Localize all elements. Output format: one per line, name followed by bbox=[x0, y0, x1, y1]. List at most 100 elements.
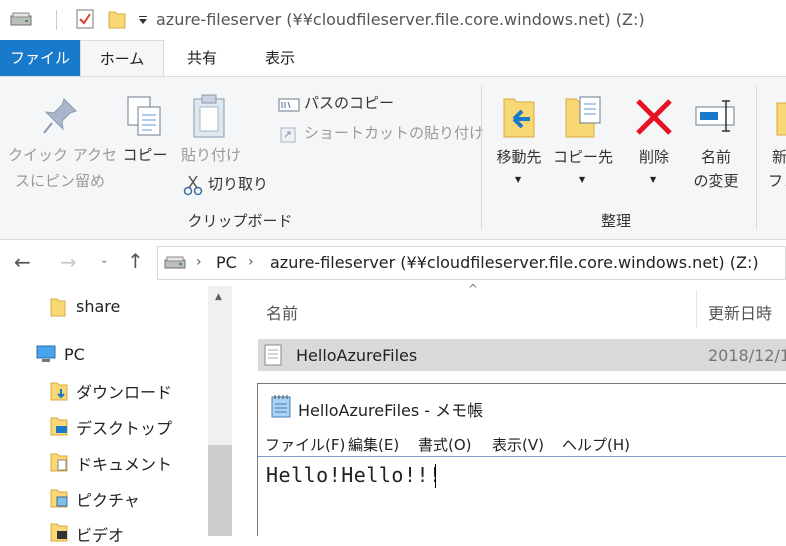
nav-item-downloads[interactable]: ダウンロード bbox=[76, 379, 172, 403]
paste-label: 貼り付け bbox=[180, 146, 241, 164]
address-box[interactable]: › PC › azure-fileserver (¥¥cloudfileserv… bbox=[157, 246, 786, 280]
recent-locations-icon[interactable]: ⌄ bbox=[100, 255, 108, 266]
new-folder-label-line2: フォ bbox=[768, 172, 786, 190]
group-separator bbox=[756, 85, 757, 230]
move-to-button[interactable]: 移動先 ▼ bbox=[488, 91, 550, 191]
cut-label: 切り取り bbox=[208, 175, 269, 193]
documents-folder-icon bbox=[50, 453, 68, 472]
clipboard-group-label: クリップボード bbox=[187, 212, 293, 230]
menu-file[interactable]: ファイル(F) bbox=[265, 434, 345, 455]
delete-label: 削除 bbox=[638, 148, 669, 166]
videos-folder-icon bbox=[50, 523, 68, 542]
file-modified: 2018/12/1 bbox=[708, 346, 786, 365]
breadcrumb-chevron-icon[interactable]: › bbox=[196, 254, 202, 270]
copy-to-label: コピー先 bbox=[552, 148, 613, 166]
paste-icon bbox=[193, 94, 225, 138]
pin-quick-access-button[interactable]: クイック アクセ スにピン留め bbox=[8, 91, 118, 197]
properties-icon[interactable] bbox=[76, 9, 94, 29]
delete-x-icon bbox=[636, 99, 672, 135]
copy-label: コピー bbox=[122, 146, 168, 164]
back-arrow-icon[interactable]: ← bbox=[14, 250, 31, 274]
copy-button[interactable]: コピー bbox=[118, 91, 172, 171]
group-separator bbox=[481, 85, 482, 230]
notepad-menu-bar: ファイル(F) 編集(E) 書式(O) 表示(V) ヘルプ(H) bbox=[258, 434, 786, 456]
new-folder-icon bbox=[776, 102, 786, 136]
paste-button[interactable]: 貼り付け bbox=[176, 91, 246, 171]
column-header-modified[interactable]: 更新日時 bbox=[708, 300, 772, 324]
nav-item-share[interactable]: share bbox=[76, 297, 120, 316]
chevron-down-icon: ▼ bbox=[515, 175, 522, 184]
tab-file[interactable]: ファイル bbox=[0, 40, 80, 76]
menu-view[interactable]: 表示(V) bbox=[492, 434, 544, 455]
tab-view[interactable]: 表示 bbox=[252, 40, 308, 76]
organize-group-label: 整理 bbox=[600, 212, 631, 230]
rename-label-line2: の変更 bbox=[693, 172, 739, 190]
pin-icon bbox=[43, 98, 77, 134]
text-cursor bbox=[435, 464, 436, 488]
notepad-icon bbox=[271, 395, 291, 418]
window-title: azure-fileserver (¥¥cloudfileserver.file… bbox=[156, 10, 645, 29]
cut-button[interactable]: 切り取り bbox=[178, 172, 278, 198]
editor-text: Hello!Hello!!! bbox=[266, 463, 442, 487]
nav-item-pictures[interactable]: ピクチャ bbox=[76, 487, 140, 511]
copy-path-label: パスのコピー bbox=[304, 94, 395, 112]
sort-ascending-icon: ^ bbox=[468, 282, 479, 296]
copy-path-button[interactable]: パスのコピー bbox=[276, 91, 416, 117]
move-to-icon bbox=[503, 98, 535, 138]
chevron-down-icon: ▼ bbox=[579, 175, 586, 184]
ribbon: クイック アクセ スにピン留め コピー 貼り付け パスのコピー ショートカットの… bbox=[0, 76, 786, 240]
text-file-icon bbox=[264, 344, 282, 366]
menu-format[interactable]: 書式(O) bbox=[418, 434, 472, 455]
copy-to-button[interactable]: コピー先 ▼ bbox=[552, 91, 614, 191]
rename-label-line1: 名前 bbox=[700, 148, 731, 166]
customize-toolbar-icon[interactable] bbox=[138, 14, 148, 26]
breadcrumb-chevron-icon[interactable]: › bbox=[248, 254, 254, 270]
notepad-editor[interactable]: Hello!Hello!!! bbox=[258, 456, 786, 536]
navigation-pane: share PC ダウンロード デスクトップ ドキュメント ピクチャ ビデオ bbox=[0, 286, 232, 545]
pictures-folder-icon bbox=[50, 489, 68, 508]
menu-help[interactable]: ヘルプ(H) bbox=[562, 434, 630, 455]
file-name: HelloAzureFiles bbox=[296, 346, 418, 365]
tab-share[interactable]: 共有 bbox=[176, 40, 228, 76]
breadcrumb-pc[interactable]: PC bbox=[216, 253, 237, 272]
pin-label-line1: クイック アクセ bbox=[8, 146, 118, 164]
scissors-icon bbox=[183, 175, 203, 196]
move-to-label: 移動先 bbox=[496, 148, 542, 166]
paste-shortcut-button[interactable]: ショートカットの貼り付け bbox=[276, 121, 484, 147]
nav-scrollbar-thumb[interactable] bbox=[208, 445, 232, 536]
downloads-folder-icon bbox=[50, 382, 68, 401]
up-arrow-icon[interactable]: ↑ bbox=[127, 249, 144, 273]
ribbon-tabs: ファイル ホーム 共有 表示 bbox=[0, 40, 786, 77]
paste-shortcut-label: ショートカットの貼り付け bbox=[304, 124, 485, 142]
copy-icon bbox=[127, 96, 161, 136]
drive-icon bbox=[164, 256, 186, 269]
scroll-up-icon[interactable]: ▲ bbox=[215, 292, 222, 302]
nav-item-pc[interactable]: PC bbox=[64, 345, 85, 364]
forward-arrow-icon[interactable]: → bbox=[60, 250, 77, 274]
file-row[interactable]: HelloAzureFiles 2018/12/1 bbox=[258, 339, 786, 371]
new-folder-label-line1: 新 bbox=[772, 148, 786, 166]
notepad-title: HelloAzureFiles - メモ帳 bbox=[298, 401, 484, 420]
delete-button[interactable]: 削除 ▼ bbox=[626, 91, 682, 191]
copy-path-icon bbox=[278, 98, 300, 112]
divider bbox=[56, 10, 57, 30]
nav-item-documents[interactable]: ドキュメント bbox=[76, 451, 172, 475]
new-folder-quick-icon[interactable] bbox=[108, 9, 126, 29]
pin-label-line2: スにピン留め bbox=[14, 172, 105, 190]
breadcrumb-location[interactable]: azure-fileserver (¥¥cloudfileserver.file… bbox=[270, 253, 759, 272]
pc-icon bbox=[36, 345, 56, 362]
rename-button[interactable]: 名前 の変更 bbox=[686, 91, 746, 191]
nav-item-videos[interactable]: ビデオ bbox=[76, 522, 124, 546]
title-bar: azure-fileserver (¥¥cloudfileserver.file… bbox=[0, 0, 786, 40]
tab-home[interactable]: ホーム bbox=[80, 40, 164, 77]
rename-icon bbox=[695, 100, 735, 132]
new-folder-button[interactable]: 新 フォ bbox=[762, 91, 786, 191]
drive-icon bbox=[10, 12, 32, 26]
menu-edit[interactable]: 編集(E) bbox=[348, 434, 399, 455]
nav-item-desktop[interactable]: デスクトップ bbox=[76, 415, 172, 439]
paste-shortcut-icon bbox=[280, 127, 296, 143]
folder-icon bbox=[50, 298, 66, 317]
desktop-folder-icon bbox=[50, 417, 68, 436]
column-header-name[interactable]: 名前 bbox=[266, 300, 298, 324]
column-divider bbox=[696, 290, 697, 328]
